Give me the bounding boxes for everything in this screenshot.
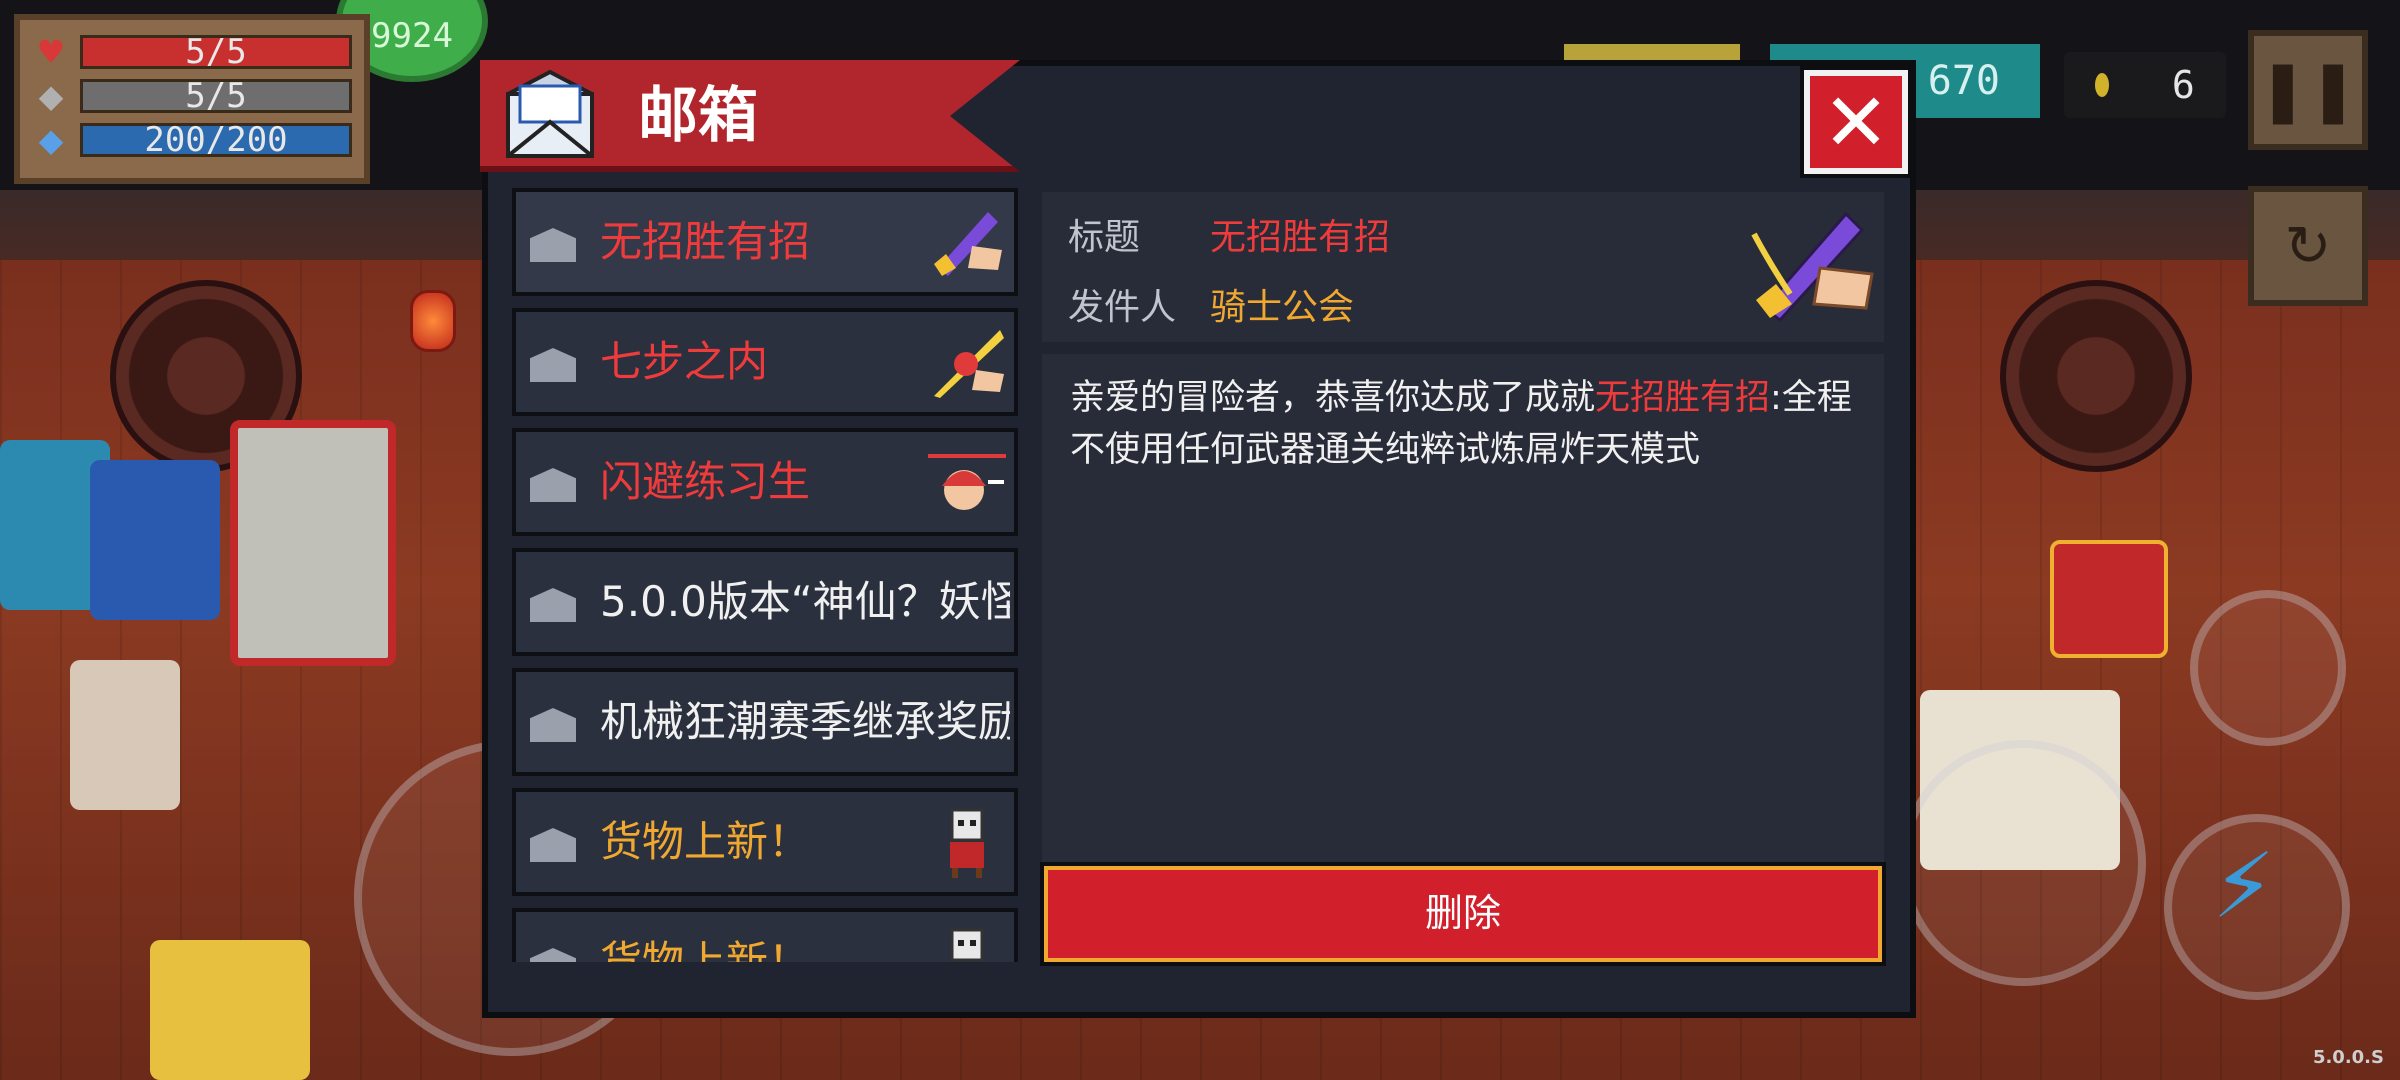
heart-icon: ♥ (36, 33, 66, 71)
achievement-name: 无招胜有招 (1595, 378, 1771, 418)
npc-character[interactable] (70, 660, 180, 810)
mail-item-title: 货物上新！ (600, 937, 811, 962)
player-stats-panel: ♥ 5/5 ◆ 5/5 ◆ 200/200 (14, 14, 370, 184)
mail-item[interactable]: 5.0.0版本“神仙？妖怪 (512, 548, 1018, 656)
mail-item-title: 无招胜有招 (600, 217, 811, 266)
slash-icon (934, 330, 1004, 398)
merchant-icon (950, 928, 984, 962)
mail-item-title: 闪避练习生 (600, 457, 811, 506)
gift-box[interactable] (2050, 540, 2168, 658)
coin-icon (2095, 73, 2110, 97)
mail-item[interactable]: 闪避练习生 (512, 428, 1018, 536)
sword-hand-icon (934, 212, 1002, 276)
shield-icon: ◆ (38, 77, 64, 115)
mail-item[interactable]: 机械狂潮赛季继承奖励 (512, 668, 1018, 776)
envelope-icon (530, 228, 576, 262)
mail-item-title: 机械狂潮赛季继承奖励 (600, 697, 1010, 746)
window-rosette (2000, 280, 2192, 472)
energy-gem-icon: ◆ (38, 121, 64, 159)
envelope-icon (530, 468, 576, 502)
subject-label: 标题 (1068, 217, 1141, 258)
mech-prop (90, 460, 220, 620)
mail-body-text: 亲爱的冒险者，恭喜你达成了成就无招胜有招:全程不使用任何武器通关纯粹试炼屌炸天模… (1070, 372, 1860, 476)
pause-button[interactable]: ❚❚ (2248, 30, 2368, 150)
energy-bar: 200/200 (80, 123, 352, 157)
envelope-icon (530, 708, 576, 742)
delete-button[interactable]: 删除 (1040, 862, 1886, 966)
mail-detail-body: 亲爱的冒险者，恭喜你达成了成就无招胜有招:全程不使用任何武器通关纯粹试炼屌炸天模… (1042, 354, 1884, 874)
coins-counter: 6 (2064, 52, 2226, 118)
emote-button[interactable]: ↻ (2248, 186, 2368, 306)
character-icon (928, 454, 1006, 510)
version-label: 5.0.0.S (2312, 1047, 2384, 1068)
body-text-part: 亲爱的冒险者，恭喜你达成了成就 (1070, 378, 1596, 418)
lantern-icon (410, 290, 456, 352)
envelope-icon (530, 588, 576, 622)
merchant-icon (950, 808, 984, 878)
mail-item-title: 七步之内 (600, 337, 769, 386)
mail-item[interactable]: 无招胜有招 (512, 188, 1018, 296)
mail-envelope-icon (506, 69, 594, 158)
envelope-icon (530, 348, 576, 382)
close-button[interactable]: ✕ (1800, 66, 1912, 178)
attack-button[interactable] (1900, 740, 2146, 986)
armor-bar: 5/5 (80, 79, 352, 113)
sender-value: 骑士公会 (1210, 287, 1355, 328)
mail-item[interactable]: 七步之内 (512, 308, 1018, 416)
coins-value: 6 (2171, 63, 2195, 107)
hp-row: ♥ 5/5 (32, 30, 352, 74)
lightning-icon: ⚡ (2212, 834, 2276, 939)
pause-icon: ❚❚ (2257, 55, 2359, 125)
mail-item[interactable]: 货物上新！ (512, 788, 1018, 896)
capsule-machine[interactable] (230, 420, 396, 666)
envelope-icon (530, 948, 576, 962)
energy-row: ◆ 200/200 (32, 118, 352, 162)
close-icon: ✕ (1822, 75, 1890, 169)
player-character (150, 940, 310, 1080)
refresh-icon: ↻ (2284, 213, 2332, 279)
weapon-swap-button[interactable] (2190, 590, 2346, 746)
mailbox-title: 邮箱 (638, 81, 758, 151)
hp-bar: 5/5 (80, 35, 352, 69)
envelope-icon (530, 828, 576, 862)
mail-item-title: 5.0.0版本“神仙？妖怪 (600, 577, 1010, 626)
mail-item[interactable]: 货物上新！ (512, 908, 1018, 962)
mail-item-title: 货物上新！ (600, 817, 811, 866)
armor-row: ◆ 5/5 (32, 74, 352, 118)
skill-button[interactable]: ⚡ (2164, 814, 2350, 1000)
mailbox-header: 邮箱 (480, 60, 1020, 172)
sword-hand-icon (1751, 211, 1874, 322)
subject-value: 无招胜有招 (1210, 217, 1391, 258)
mail-list[interactable]: 无招胜有招 七步之内 闪避练习生 5.0.0版本“神仙？妖怪 机械狂潮赛季继承奖 (512, 188, 1018, 962)
sender-label: 发件人 (1068, 287, 1177, 328)
